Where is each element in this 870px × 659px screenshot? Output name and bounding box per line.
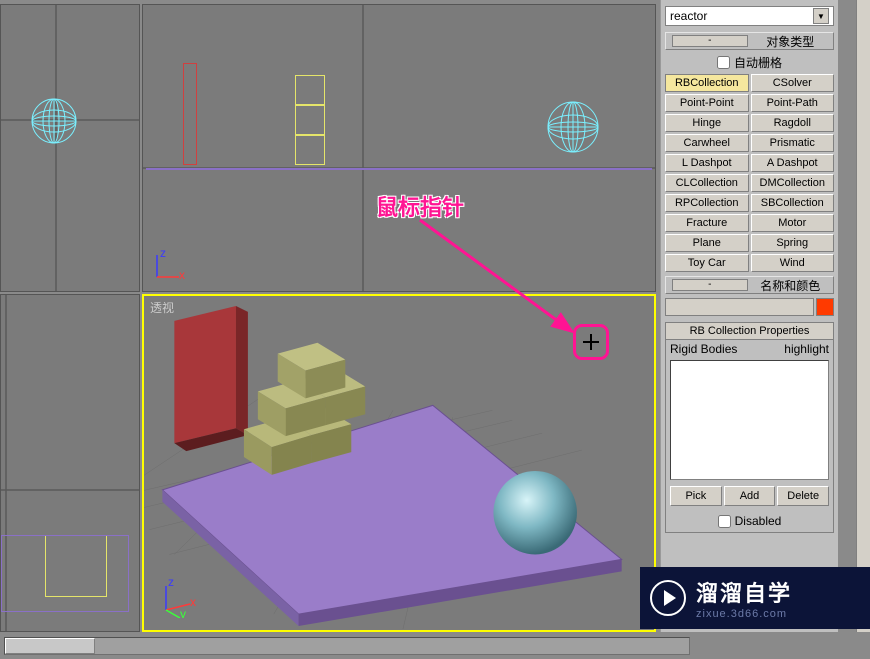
- ground-wire: [1, 535, 129, 612]
- box-wire: [295, 75, 325, 105]
- box-wire: [295, 135, 325, 165]
- object-type-hinge[interactable]: Hinge: [665, 114, 749, 132]
- object-type-toy-car[interactable]: Toy Car: [665, 254, 749, 272]
- object-type-point-path[interactable]: Point-Path: [751, 94, 835, 112]
- annotation-arrow: [400, 215, 590, 345]
- svg-text:z: z: [168, 578, 174, 589]
- svg-text:x: x: [190, 595, 196, 609]
- svg-text:y: y: [180, 607, 186, 618]
- watermark-url: zixue.3d66.com: [696, 608, 792, 620]
- disabled-checkbox[interactable]: [718, 515, 731, 528]
- svg-text:z: z: [160, 249, 166, 260]
- category-dropdown[interactable]: reactor ▼: [665, 6, 834, 26]
- pick-button[interactable]: Pick: [670, 486, 722, 506]
- object-type-rpcollection[interactable]: RPCollection: [665, 194, 749, 212]
- object-type-plane[interactable]: Plane: [665, 234, 749, 252]
- object-type-fracture[interactable]: Fracture: [665, 214, 749, 232]
- object-type-point-point[interactable]: Point-Point: [665, 94, 749, 112]
- box-wire: [295, 105, 325, 135]
- viewport-left[interactable]: [0, 294, 140, 632]
- object-type-l-dashpot[interactable]: L Dashpot: [665, 154, 749, 172]
- rb-header[interactable]: RB Collection Properties: [666, 323, 833, 340]
- rollout-object-type[interactable]: - 对象类型: [665, 32, 834, 50]
- rollout-title: 对象类型: [754, 33, 828, 50]
- rb-col-highlight: highlight: [784, 342, 829, 356]
- object-type-motor[interactable]: Motor: [751, 214, 835, 232]
- axis-gizmo: z x y: [156, 578, 196, 618]
- rollout-title: 名称和颜色: [754, 277, 828, 294]
- play-icon: [650, 580, 686, 616]
- object-type-a-dashpot[interactable]: A Dashpot: [751, 154, 835, 172]
- object-type-spring[interactable]: Spring: [751, 234, 835, 252]
- minus-icon: -: [672, 279, 748, 291]
- autogrid-row: 自动栅格: [665, 52, 834, 72]
- object-type-wind[interactable]: Wind: [751, 254, 835, 272]
- object-type-grid: RBCollectionCSolverPoint-PointPoint-Path…: [665, 72, 834, 274]
- object-type-ragdoll[interactable]: Ragdoll: [751, 114, 835, 132]
- object-type-csolver[interactable]: CSolver: [751, 74, 835, 92]
- add-button[interactable]: Add: [724, 486, 776, 506]
- watermark-brand: 溜溜自学: [696, 576, 792, 608]
- minus-icon: -: [672, 35, 748, 47]
- object-color-swatch[interactable]: [816, 298, 834, 316]
- delete-button[interactable]: Delete: [777, 486, 829, 506]
- object-name-input[interactable]: [665, 298, 814, 316]
- wall-wire: [183, 63, 197, 165]
- object-type-clcollection[interactable]: CLCollection: [665, 174, 749, 192]
- crosshair-icon: [583, 334, 599, 350]
- ground-plane-line: [146, 168, 652, 170]
- rigid-bodies-list[interactable]: [670, 360, 829, 480]
- autogrid-checkbox[interactable]: [717, 56, 730, 69]
- object-type-sbcollection[interactable]: SBCollection: [751, 194, 835, 212]
- rb-collection-rollout: RB Collection Properties Rigid Bodies hi…: [665, 322, 834, 533]
- rb-col-rigidbodies: Rigid Bodies: [670, 342, 737, 356]
- timeline-slider[interactable]: [4, 637, 690, 655]
- panel-scrollbar[interactable]: [856, 0, 870, 632]
- timeline-handle[interactable]: [5, 638, 95, 654]
- object-type-carwheel[interactable]: Carwheel: [665, 134, 749, 152]
- command-panel: reactor ▼ - 对象类型 自动栅格 RBCollectionCSolve…: [660, 0, 838, 632]
- autogrid-label: 自动栅格: [734, 54, 782, 71]
- axis-gizmo: z x: [153, 249, 185, 281]
- rollout-name-color[interactable]: - 名称和颜色: [665, 276, 834, 294]
- object-type-prismatic[interactable]: Prismatic: [751, 134, 835, 152]
- disabled-label: Disabled: [735, 514, 782, 528]
- viewport-top[interactable]: [0, 4, 140, 292]
- object-type-dmcollection[interactable]: DMCollection: [751, 174, 835, 192]
- watermark: 溜溜自学 zixue.3d66.com: [640, 567, 870, 629]
- dropdown-value: reactor: [670, 9, 707, 23]
- cursor-marker: [573, 324, 609, 360]
- chevron-down-icon: ▼: [813, 8, 829, 24]
- svg-text:x: x: [179, 268, 185, 281]
- object-type-rbcollection[interactable]: RBCollection: [665, 74, 749, 92]
